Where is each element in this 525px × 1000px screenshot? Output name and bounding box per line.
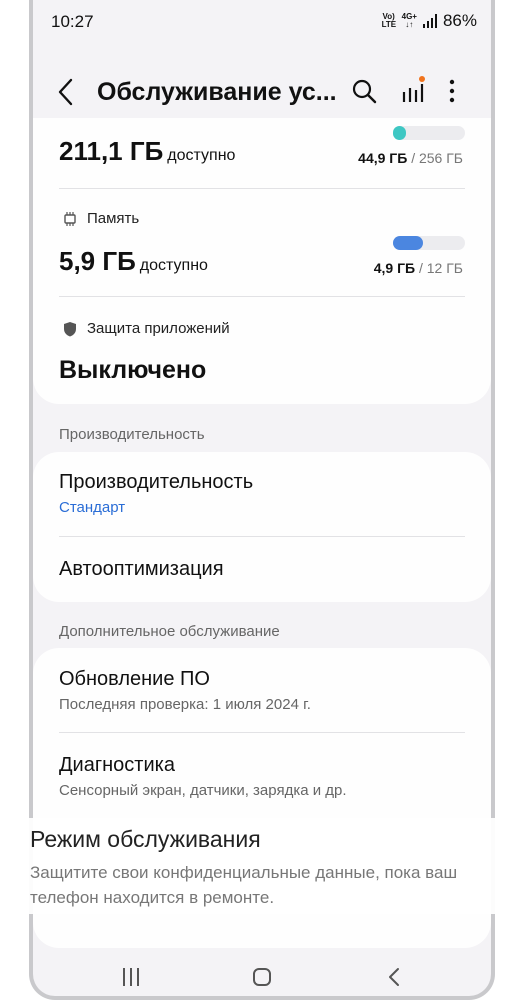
performance-item[interactable]: Производительность Стандарт [33,452,491,536]
device-status-card: 211,1 ГБ доступно 44,9 ГБ / 256 ГБ Памят… [33,118,491,404]
storage-separator: / [411,150,416,166]
auto-optimization-item[interactable]: Автооптимизация [33,537,491,602]
app-protection-value[interactable]: Выключено [59,356,206,385]
signal-icon [422,14,437,28]
back-icon[interactable] [55,78,79,106]
status-icons: Vo) LTE 4G+ ↓↑ 86% [382,11,477,31]
status-bar: 10:27 Vo) LTE 4G+ ↓↑ 86% [33,0,491,44]
app-protection-header: Защита приложений [63,320,230,337]
divider [59,188,465,189]
page-title: Обслуживание ус... [97,78,337,106]
recent-apps-icon[interactable] [123,968,139,986]
memory-usage-fill [393,236,423,250]
storage-available-amount: 211,1 ГБ [59,136,164,166]
diagnostics-item[interactable]: Диагностика Сенсорный экран, датчики, за… [33,733,491,817]
home-icon[interactable] [253,968,271,986]
app-bar: Обслуживание ус... [33,66,491,118]
memory-label: Память [87,210,140,227]
auto-optimization-title: Автооптимизация [59,558,224,580]
storage-available-label: доступно [167,147,236,164]
diagnostics-title: Диагностика [59,754,175,776]
more-options-icon[interactable] [447,78,457,104]
performance-section-header: Производительность [59,426,205,443]
extra-maintenance-section-header: Дополнительное обслуживание [59,623,280,640]
divider [59,296,465,297]
software-update-subtitle: Последняя проверка: 1 июля 2024 г. [59,696,311,713]
software-update-title: Обновление ПО [59,668,210,690]
maintenance-mode-caption: Режим обслуживания Защитите свои конфиде… [0,818,525,914]
memory-available-amount: 5,9 ГБ [59,246,136,276]
status-time: 10:27 [51,12,94,31]
storage-usage-text: 44,9 ГБ / 256 ГБ [358,150,463,166]
storage-total: 256 ГБ [418,150,463,166]
diagnostics-subtitle: Сенсорный экран, датчики, зарядка и др. [59,782,347,799]
software-update-item[interactable]: Обновление ПО Последняя проверка: 1 июля… [33,648,491,732]
shield-icon [64,321,76,336]
storage-row[interactable]: 211,1 ГБ доступно [59,136,235,167]
performance-mode: Стандарт [59,499,126,516]
search-icon[interactable] [351,78,377,104]
memory-chip-icon [64,211,76,226]
navigation-bar [33,956,491,996]
memory-header: Память [63,210,139,227]
performance-card: Производительность Стандарт Автооптимиза… [33,452,491,602]
caption-text: Защитите свои конфиденциальные данные, п… [30,863,458,907]
storage-usage-fill [393,126,406,140]
network-type-icon: 4G+ ↓↑ [401,12,417,29]
battery-percent: 86% [442,11,477,30]
storage-usage-bar [393,126,465,140]
memory-total: 12 ГБ [426,260,463,276]
performance-title: Производительность [59,471,254,493]
memory-available-label: доступно [139,257,208,274]
stats-icon[interactable] [401,76,427,104]
caption-title: Режим обслуживания [30,826,261,852]
memory-usage-text: 4,9 ГБ / 12 ГБ [374,260,463,276]
memory-separator: / [418,260,423,276]
volte-icon: Vo) LTE [381,12,397,29]
memory-usage-bar [393,236,465,250]
storage-used: 44,9 ГБ [358,150,408,166]
nav-back-icon[interactable] [386,967,402,987]
memory-used: 4,9 ГБ [373,260,416,276]
app-protection-label: Защита приложений [87,320,230,337]
memory-row[interactable]: 5,9 ГБ доступно [59,246,208,277]
